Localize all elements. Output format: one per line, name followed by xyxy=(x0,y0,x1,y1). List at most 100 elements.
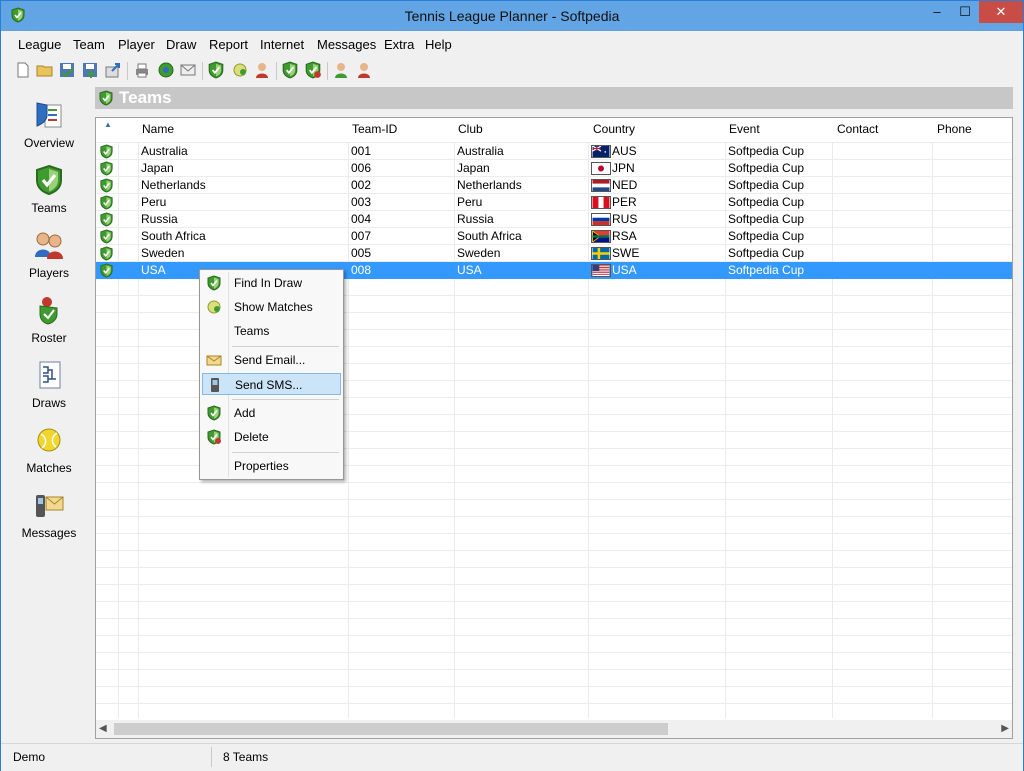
column-header-event[interactable]: Event xyxy=(729,122,760,142)
flag-netherlands-icon xyxy=(591,179,611,192)
nav-overview[interactable]: Overview xyxy=(5,93,93,153)
column-header-team-id[interactable]: Team-ID xyxy=(352,122,397,142)
nav-teams[interactable]: Teams xyxy=(5,158,93,218)
team-shield-icon xyxy=(99,144,114,159)
title-bar[interactable]: Tennis League Planner - Softpedia – ☐ ✕ xyxy=(1,1,1023,31)
minimize-button[interactable]: – xyxy=(923,1,951,23)
column-header-contact[interactable]: Contact xyxy=(837,122,878,142)
cell-name: USA xyxy=(141,263,166,277)
nav-label: Overview xyxy=(23,136,74,150)
cell-name: Russia xyxy=(141,212,178,226)
cell-team-id: 004 xyxy=(351,212,372,226)
grid-line xyxy=(96,686,1012,687)
player-icon[interactable] xyxy=(253,61,271,79)
menu-player[interactable]: Player xyxy=(118,37,155,52)
menu-internet[interactable]: Internet xyxy=(260,37,304,52)
menu-messages[interactable]: Messages xyxy=(317,37,376,52)
table-row[interactable]: South Africa 007 South Africa RSA Softpe… xyxy=(96,228,1012,245)
cell-team-id: 007 xyxy=(351,229,372,243)
menu-report[interactable]: Report xyxy=(209,37,248,52)
grid-line xyxy=(96,499,1012,500)
column-header-country[interactable]: Country xyxy=(593,122,635,142)
menu-item-teams[interactable]: Teams xyxy=(202,320,341,342)
menu-league[interactable]: League xyxy=(18,37,61,52)
nav-messages[interactable]: Messages xyxy=(5,483,93,543)
nav-roster[interactable]: Roster xyxy=(5,288,93,348)
table-row[interactable]: Peru 003 Peru PER Softpedia Cup xyxy=(96,194,1012,211)
status-separator xyxy=(211,747,212,767)
horizontal-scrollbar[interactable]: ◀ ▶ xyxy=(96,720,1012,738)
table-row[interactable]: Australia 001 Australia AUS Softpedia Cu… xyxy=(96,143,1012,160)
cell-event: Softpedia Cup xyxy=(728,195,805,209)
cell-country: RUS xyxy=(612,212,638,226)
nav-label: Messages xyxy=(21,526,77,540)
cell-team-id: 002 xyxy=(351,178,372,192)
print-icon[interactable] xyxy=(133,61,151,79)
scroll-right-icon[interactable]: ▶ xyxy=(1001,723,1009,734)
cell-club: Japan xyxy=(457,161,490,175)
phone-icon xyxy=(211,378,219,392)
cell-club: Peru xyxy=(457,195,483,209)
menu-item-send-sms[interactable]: Send SMS... xyxy=(202,373,341,395)
save-all-icon[interactable] xyxy=(81,61,99,79)
nav-draws[interactable]: Draws xyxy=(5,353,93,413)
table-row[interactable]: Sweden 005 Sweden SWE Softpedia Cup xyxy=(96,245,1012,262)
shield-icon xyxy=(33,164,65,196)
remove-player-icon[interactable] xyxy=(355,61,373,79)
team-shield-icon[interactable] xyxy=(207,61,225,79)
table-row[interactable]: Netherlands 002 Netherlands NED Softpedi… xyxy=(96,177,1012,194)
cell-club: South Africa xyxy=(457,229,522,243)
open-folder-icon[interactable] xyxy=(36,61,54,79)
menu-draw[interactable]: Draw xyxy=(166,37,196,52)
nav-matches[interactable]: Matches xyxy=(5,418,93,478)
menu-item-send-email[interactable]: Send Email... xyxy=(202,349,341,371)
status-bar: Demo 8 Teams xyxy=(1,743,1023,771)
tennis-ball-icon xyxy=(37,428,61,452)
navigation-panel: Overview Teams Players Roster Draws Matc… xyxy=(5,89,93,739)
cell-country: JPN xyxy=(612,161,635,175)
export-icon[interactable] xyxy=(104,61,122,79)
cell-country: RSA xyxy=(612,229,637,243)
add-team-icon[interactable] xyxy=(281,61,299,79)
scroll-left-icon[interactable]: ◀ xyxy=(99,723,107,734)
web-icon[interactable] xyxy=(157,61,175,79)
close-button[interactable]: ✕ xyxy=(979,1,1023,23)
ball-icon[interactable] xyxy=(231,61,249,79)
maximize-button[interactable]: ☐ xyxy=(951,1,979,23)
draws-icon xyxy=(39,361,61,389)
cell-name: Japan xyxy=(141,161,174,175)
new-file-icon[interactable] xyxy=(14,61,32,79)
team-shield-icon xyxy=(99,195,114,210)
toolbar xyxy=(1,57,1023,85)
column-header-name[interactable]: Name xyxy=(142,122,174,142)
overview-icon xyxy=(36,102,62,128)
menu-item-show-matches[interactable]: Show Matches xyxy=(202,296,341,318)
team-shield-icon xyxy=(99,246,114,261)
menu-item-add[interactable]: Add xyxy=(202,402,341,424)
menu-item-properties[interactable]: Properties xyxy=(202,455,341,477)
menu-team[interactable]: Team xyxy=(73,37,105,52)
column-header-phone[interactable]: Phone xyxy=(937,122,972,142)
nav-players[interactable]: Players xyxy=(5,223,93,283)
flag-russia-icon xyxy=(591,213,611,226)
email-icon[interactable] xyxy=(179,61,197,79)
players-icon xyxy=(35,232,63,259)
menu-item-delete[interactable]: Delete xyxy=(202,426,341,448)
scrollbar-thumb[interactable] xyxy=(114,723,668,735)
matches-icon xyxy=(207,300,221,314)
nav-label: Roster xyxy=(31,331,67,345)
menu-help[interactable]: Help xyxy=(425,37,452,52)
grid-line xyxy=(96,482,1012,483)
table-row[interactable]: Russia 004 Russia RUS Softpedia Cup xyxy=(96,211,1012,228)
table-row[interactable]: Japan 006 Japan JPN Softpedia Cup xyxy=(96,160,1012,177)
menu-item-find-in-draw[interactable]: Find In Draw xyxy=(202,272,341,294)
column-header-club[interactable]: Club xyxy=(458,122,483,142)
add-player-icon[interactable] xyxy=(332,61,350,79)
flag-sweden-icon xyxy=(591,247,611,260)
save-icon[interactable] xyxy=(58,61,76,79)
edit-team-icon[interactable] xyxy=(304,61,322,79)
envelope-icon xyxy=(206,355,222,366)
sort-arrow-icon[interactable]: ▲ xyxy=(104,120,112,129)
cell-event: Softpedia Cup xyxy=(728,212,805,226)
menu-extra[interactable]: Extra xyxy=(384,37,414,52)
